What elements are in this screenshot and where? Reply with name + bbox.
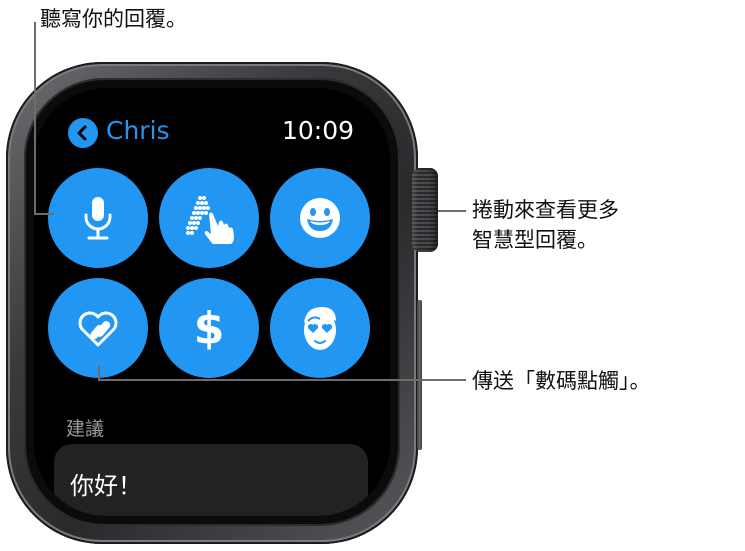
- scribble-hand-icon: [186, 196, 234, 244]
- callout-dictate: 聽寫你的回覆。: [40, 7, 187, 31]
- microphone-icon: [84, 197, 112, 240]
- suggestions-heading: 建議: [66, 418, 105, 440]
- emoji-button[interactable]: [270, 168, 370, 268]
- side-button[interactable]: [417, 300, 422, 450]
- watch-screen: Chris 10:09 $ 建議 你好！: [34, 88, 390, 516]
- callout-line-crown: [438, 210, 466, 212]
- scribble-button[interactable]: [159, 168, 259, 268]
- digital-touch-button[interactable]: [48, 278, 148, 378]
- memoji-button[interactable]: [270, 278, 370, 378]
- watch-bezel: Chris 10:09 $ 建議 你好！: [24, 78, 400, 526]
- callout-line-touch-v: [98, 366, 100, 380]
- callout-line-dictate-v: [34, 22, 36, 215]
- dollar-icon: $: [193, 302, 225, 354]
- clock-time: 10:09: [281, 116, 354, 145]
- watch-case: Chris 10:09 $ 建議 你好！: [6, 62, 418, 544]
- callout-line-touch-h: [98, 379, 466, 381]
- contact-name[interactable]: Chris: [106, 116, 170, 145]
- memoji-heart-eyes-icon: [304, 307, 336, 350]
- smiley-icon: [300, 198, 340, 238]
- callout-scroll-line2: 智慧型回覆。: [472, 228, 598, 252]
- apple-pay-button[interactable]: $: [159, 278, 259, 378]
- chevron-left-icon: [77, 125, 87, 141]
- suggestion-text: 你好！: [70, 472, 142, 500]
- callout-scroll: 捲動來查看更多 智慧型回覆。: [472, 195, 619, 255]
- back-button[interactable]: [68, 118, 98, 148]
- digital-crown[interactable]: [412, 168, 438, 252]
- callout-digital-touch: 傳送「數碼點觸」。: [472, 369, 651, 393]
- suggestion-item[interactable]: 你好！: [54, 444, 368, 516]
- callout-line-dictate-h: [34, 213, 54, 215]
- heart-touch-icon: [78, 311, 118, 347]
- dictation-button[interactable]: [48, 168, 148, 268]
- callout-scroll-line1: 捲動來查看更多: [472, 198, 619, 222]
